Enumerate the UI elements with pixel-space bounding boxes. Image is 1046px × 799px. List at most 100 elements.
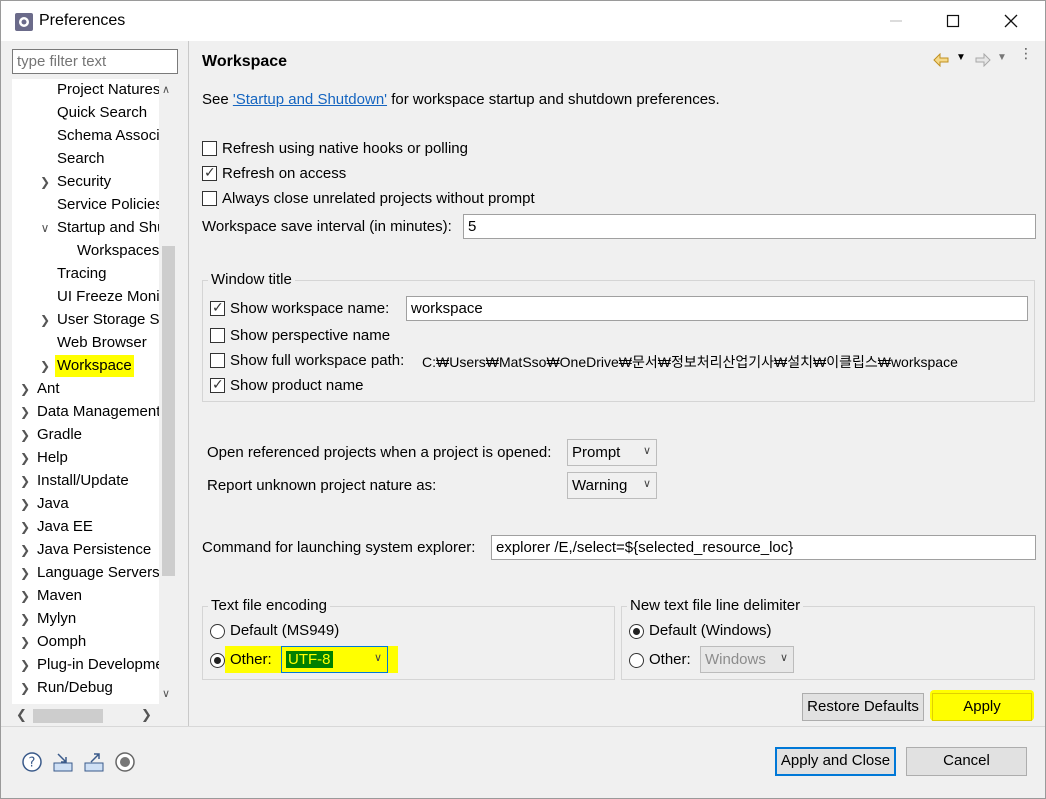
refresh-on-access-checkbox[interactable] xyxy=(202,164,217,181)
show-perspective-name-checkbox[interactable] xyxy=(210,328,225,343)
import-icon[interactable] xyxy=(52,751,74,773)
cancel-button[interactable]: Cancel xyxy=(906,747,1027,776)
tree-item-oomph[interactable]: ❯ Oomph xyxy=(12,631,162,653)
chevron-right-icon[interactable]: ❯ xyxy=(19,516,31,538)
record-icon[interactable] xyxy=(114,751,136,773)
encoding-default-label: Default (MS949) xyxy=(230,622,340,639)
apply-button[interactable]: Apply xyxy=(932,693,1032,721)
intro-text: See 'Startup and Shutdown' for workspace… xyxy=(202,91,720,108)
tree-item-tracing[interactable]: Tracing xyxy=(12,263,162,285)
delimiter-default-radio[interactable] xyxy=(629,624,644,639)
tree-item-data-management[interactable]: ❯ Data Management xyxy=(12,401,162,423)
tree-item-label: Maven xyxy=(37,587,83,604)
workspace-name-input[interactable]: workspace xyxy=(406,296,1028,321)
tree-item-project-natures[interactable]: Project Natures xyxy=(12,79,162,101)
tree-item-ant[interactable]: ❯ Ant xyxy=(12,378,162,400)
delimiter-other-label: Other: xyxy=(649,651,691,668)
chevron-right-icon[interactable]: ❯ xyxy=(39,171,51,193)
help-icon[interactable]: ? xyxy=(21,751,43,773)
report-unknown-combo[interactable]: Warning ∨ xyxy=(567,472,657,499)
scroll-left-icon[interactable]: ❮ xyxy=(16,707,27,723)
refresh-native-checkbox[interactable] xyxy=(202,141,217,156)
chevron-right-icon[interactable]: ❯ xyxy=(19,447,31,469)
back-arrow-icon[interactable] xyxy=(932,53,950,67)
chevron-right-icon[interactable]: ❯ xyxy=(19,654,31,676)
maximize-icon xyxy=(946,14,960,28)
delimiter-combo[interactable]: Windows ∨ xyxy=(700,646,794,673)
tree-item-plug-in-development[interactable]: ❯ Plug-in Development xyxy=(12,654,176,676)
filter-input[interactable] xyxy=(12,49,178,74)
title-bar: Preferences xyxy=(1,1,1045,41)
maximize-button[interactable] xyxy=(924,1,982,41)
chevron-right-icon[interactable]: ❯ xyxy=(39,355,51,377)
open-referenced-combo[interactable]: Prompt ∨ xyxy=(567,439,657,466)
tree-item-workspace-selected[interactable]: ❯ Workspace xyxy=(12,355,162,377)
startup-shutdown-link[interactable]: 'Startup and Shutdown' xyxy=(233,91,387,108)
tree-item-install-update[interactable]: ❯ Install/Update xyxy=(12,470,162,492)
explorer-command-input[interactable]: explorer /E,/select=${selected_resource_… xyxy=(491,535,1036,560)
chevron-right-icon[interactable]: ❯ xyxy=(19,562,31,584)
back-dropdown-icon[interactable]: ▼ xyxy=(956,52,966,63)
tree-item-java-persistence[interactable]: ❯ Java Persistence xyxy=(12,539,162,561)
minimize-button[interactable] xyxy=(867,1,925,41)
encoding-default-radio[interactable] xyxy=(210,624,225,639)
scroll-right-icon[interactable]: ❯ xyxy=(141,707,152,723)
chevron-right-icon[interactable]: ❯ xyxy=(19,378,31,400)
restore-defaults-button[interactable]: Restore Defaults xyxy=(802,693,924,721)
scroll-up-icon[interactable]: ∧ xyxy=(162,83,170,96)
tree-item-language-servers[interactable]: ❯ Language Servers xyxy=(12,562,162,584)
chevron-right-icon[interactable]: ❯ xyxy=(39,309,51,331)
tree-item-java-ee[interactable]: ❯ Java EE xyxy=(12,516,162,538)
tree-item-workspaces[interactable]: Workspaces xyxy=(12,240,162,262)
tree-item-gradle[interactable]: ❯ Gradle xyxy=(12,424,162,446)
scroll-down-icon[interactable]: ∨ xyxy=(162,687,170,700)
export-icon[interactable] xyxy=(83,751,105,773)
tree-item-help[interactable]: ❯ Help xyxy=(12,447,162,469)
tree-item-startup-and-shutdown[interactable]: ∨Startup and Shutdown xyxy=(12,217,178,239)
preferences-tree[interactable]: Project Natures Quick Search Schema Asso… xyxy=(12,79,178,704)
always-close-label: Always close unrelated projects without … xyxy=(222,190,535,207)
apply-and-close-button[interactable]: Apply and Close xyxy=(775,747,896,776)
tree-item-run-debug[interactable]: ❯ Run/Debug xyxy=(12,677,162,699)
tree-item-user-storage-service[interactable]: ❯User Storage Service xyxy=(12,309,178,331)
tree-item-label: Plug-in Development xyxy=(37,656,177,673)
chevron-right-icon[interactable]: ❯ xyxy=(19,539,31,561)
forward-arrow-icon[interactable] xyxy=(974,53,992,67)
show-full-path-label: Show full workspace path: xyxy=(230,352,405,369)
forward-dropdown-icon[interactable]: ▼ xyxy=(997,52,1007,63)
tree-item-service-policies[interactable]: Service Policies xyxy=(12,194,163,216)
chevron-right-icon[interactable]: ❯ xyxy=(19,677,31,699)
tree-item-ui-freeze-monitoring[interactable]: UI Freeze Monitoring xyxy=(12,286,178,308)
show-full-path-checkbox[interactable] xyxy=(210,353,225,368)
chevron-right-icon[interactable]: ❯ xyxy=(19,631,31,653)
tree-item-search[interactable]: Search xyxy=(12,148,162,170)
pane-divider[interactable] xyxy=(188,41,189,726)
tree-item-label: Security xyxy=(57,173,112,190)
chevron-right-icon[interactable]: ❯ xyxy=(19,608,31,630)
tree-vertical-scroll-thumb[interactable] xyxy=(162,246,175,576)
show-product-name-checkbox[interactable] xyxy=(210,376,225,393)
close-button[interactable] xyxy=(982,1,1040,41)
chevron-down-icon[interactable]: ∨ xyxy=(39,217,51,239)
chevron-right-icon[interactable]: ❯ xyxy=(19,585,31,607)
tree-item-quick-search[interactable]: Quick Search xyxy=(12,102,162,124)
tree-item-maven[interactable]: ❯ Maven xyxy=(12,585,162,607)
always-close-checkbox[interactable] xyxy=(202,191,217,206)
tree-item-java[interactable]: ❯ Java xyxy=(12,493,162,515)
tree-item-web-browser[interactable]: Web Browser xyxy=(12,332,162,354)
tree-item-schema-associations[interactable]: Schema Associations xyxy=(12,125,178,147)
tree-horizontal-scroll-thumb[interactable] xyxy=(33,709,103,723)
chevron-right-icon[interactable]: ❯ xyxy=(19,401,31,423)
tree-item-security[interactable]: ❯ Security xyxy=(12,171,162,193)
show-workspace-name-checkbox[interactable] xyxy=(210,299,225,316)
tree-item-label: Ant xyxy=(37,380,60,397)
view-menu-icon[interactable]: ⋮ xyxy=(1019,46,1033,60)
chevron-right-icon[interactable]: ❯ xyxy=(19,424,31,446)
encoding-other-radio[interactable] xyxy=(210,653,225,668)
tree-item-mylyn[interactable]: ❯ Mylyn xyxy=(12,608,162,630)
delimiter-other-radio[interactable] xyxy=(629,653,644,668)
encoding-combo[interactable]: UTF-8 ∨ xyxy=(281,646,388,673)
save-interval-input[interactable]: 5 xyxy=(463,214,1036,239)
chevron-right-icon[interactable]: ❯ xyxy=(19,493,31,515)
chevron-right-icon[interactable]: ❯ xyxy=(19,470,31,492)
